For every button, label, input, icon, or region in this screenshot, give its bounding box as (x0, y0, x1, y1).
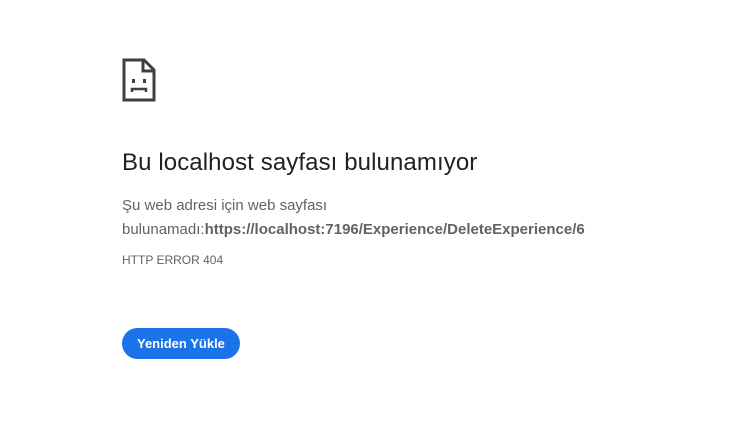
error-url: https://localhost:7196/Experience/Delete… (204, 221, 585, 238)
page-title: Bu localhost sayfası bulunamıyor (122, 149, 478, 176)
error-description: Şu web adresi için web sayfası bulunamad… (122, 194, 722, 242)
error-code: HTTP ERROR 404 (122, 253, 224, 267)
sad-page-icon (122, 58, 156, 102)
reload-button[interactable]: Yeniden Yükle (122, 328, 240, 359)
error-page-content: Bu localhost sayfası bulunamıyor Şu web … (122, 58, 722, 359)
